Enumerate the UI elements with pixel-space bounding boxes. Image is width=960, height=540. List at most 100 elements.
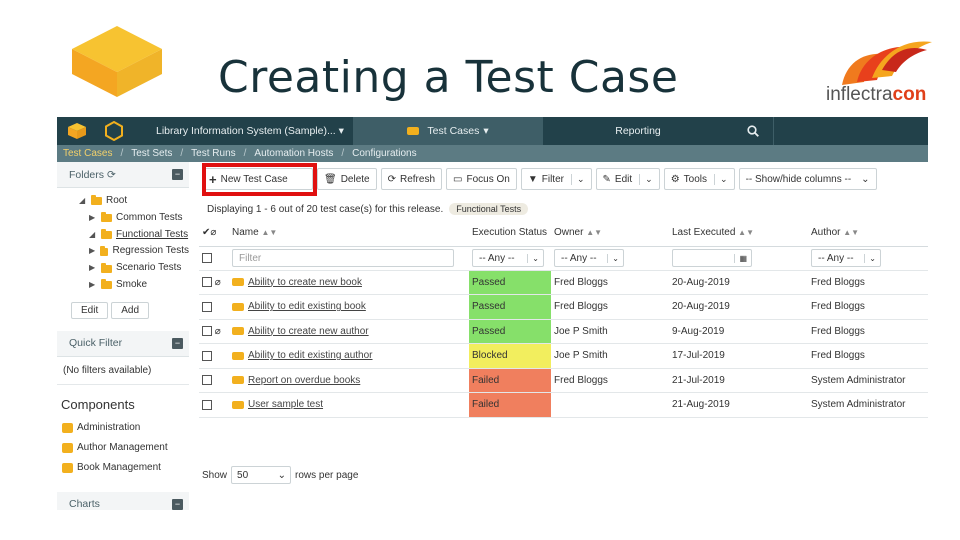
chevron-down-icon[interactable]: ⌄ xyxy=(639,173,653,185)
test-case-link[interactable]: Report on overdue books xyxy=(248,375,360,386)
puzzle-icon xyxy=(62,462,73,473)
select-all-checkbox[interactable] xyxy=(202,252,212,263)
filter-button[interactable]: ▼ Filter ⌄ xyxy=(520,168,592,190)
chevron-down-icon[interactable]: ⌄ xyxy=(714,173,728,185)
table-row[interactable]: User sample test Failed 21-Aug-2019 Syst… xyxy=(199,392,928,418)
col-name-header[interactable]: Name ▲▼ xyxy=(229,219,469,247)
sort-icon[interactable]: ▲▼ xyxy=(261,228,277,237)
spira-logo-icon[interactable] xyxy=(57,117,97,145)
project-selector[interactable]: Library Information System (Sample)... ▾ xyxy=(131,125,353,137)
tree-item-regression-tests[interactable]: ▶ Regression Tests xyxy=(79,243,189,260)
author-cell: System Administrator xyxy=(808,368,928,393)
row-checkbox[interactable] xyxy=(202,399,212,410)
quick-filter-header: Quick Filter − xyxy=(57,330,189,357)
plus-icon: + xyxy=(209,171,217,187)
caret-right-icon[interactable]: ▶ xyxy=(89,210,97,227)
row-checkbox[interactable] xyxy=(202,301,212,312)
focus-on-button[interactable]: ▭ Focus On xyxy=(446,168,517,190)
tree-item-functional-tests[interactable]: ◢ Functional Tests xyxy=(79,227,189,244)
row-checkbox[interactable] xyxy=(202,326,212,337)
name-filter-input[interactable]: Filter xyxy=(232,249,454,267)
tab-reporting[interactable]: Reporting xyxy=(543,125,733,137)
page-size-select[interactable]: 50 ⌄ xyxy=(231,466,292,484)
sort-icon[interactable]: ▲▼ xyxy=(738,228,754,237)
test-case-link[interactable]: Ability to edit existing author xyxy=(248,350,373,361)
last-executed-cell: 17-Jul-2019 xyxy=(669,343,808,369)
component-author-management[interactable]: Author Management xyxy=(57,438,189,458)
table-row[interactable]: Ability to edit existing book Passed Fre… xyxy=(199,294,928,320)
new-test-case-button[interactable]: + New Test Case xyxy=(202,168,313,190)
sort-icon[interactable]: ▲▼ xyxy=(586,228,602,237)
refresh-icon[interactable]: ⟳ xyxy=(107,169,116,181)
puzzle-icon xyxy=(62,442,73,453)
subnav-configurations[interactable]: Configurations xyxy=(352,148,416,159)
owner-cell: Joe P Smith xyxy=(551,343,669,369)
subnav-test-runs[interactable]: Test Runs xyxy=(191,148,235,159)
test-case-link[interactable]: User sample test xyxy=(248,399,323,410)
chevron-down-icon[interactable]: ⌄ xyxy=(570,173,585,185)
owner-filter-select[interactable]: -- Any -- ⌄ xyxy=(554,249,624,267)
row-checkbox[interactable] xyxy=(202,350,212,361)
col-last-executed-header[interactable]: Last Executed ▲▼ xyxy=(669,219,808,247)
author-cell: Fred Bloggs xyxy=(808,319,928,344)
tree-item-root[interactable]: ◢ Root xyxy=(79,193,189,210)
subnav-test-cases[interactable]: Test Cases xyxy=(63,148,112,159)
refresh-button[interactable]: ⟳ Refresh xyxy=(380,168,443,190)
tree-item-smoke[interactable]: ▶ Smoke xyxy=(79,277,189,294)
collapse-icon[interactable]: − xyxy=(172,498,183,510)
sort-icon[interactable]: ▲▼ xyxy=(843,228,859,237)
row-checkbox[interactable] xyxy=(202,277,212,288)
table-row[interactable]: ⌀ Ability to create new book Passed Fred… xyxy=(199,270,928,295)
caret-right-icon[interactable]: ▶ xyxy=(89,277,97,294)
add-folder-button[interactable]: Add xyxy=(111,301,150,319)
col-author-header[interactable]: Author ▲▼ xyxy=(808,219,928,247)
last-executed-filter-input[interactable]: ▦ xyxy=(672,249,752,267)
subnav-automation-hosts[interactable]: Automation Hosts xyxy=(254,148,333,159)
status-cell: Passed xyxy=(469,319,551,344)
puzzle-icon xyxy=(62,422,73,433)
calendar-icon[interactable]: ▦ xyxy=(734,253,747,263)
table-row[interactable]: Report on overdue books Failed Fred Blog… xyxy=(199,368,928,393)
col-owner-header[interactable]: Owner ▲▼ xyxy=(551,219,669,247)
test-case-link[interactable]: Ability to create new book xyxy=(248,277,362,288)
test-case-link[interactable]: Ability to create new author xyxy=(248,326,369,337)
owner-cell: Fred Bloggs xyxy=(551,294,669,320)
search-icon[interactable] xyxy=(733,125,773,137)
row-checkbox[interactable] xyxy=(202,375,212,386)
component-administration[interactable]: Administration xyxy=(57,418,189,438)
tab-test-cases[interactable]: Test Cases ▾ xyxy=(353,117,543,145)
tree-item-common-tests[interactable]: ▶ Common Tests xyxy=(79,210,189,227)
col-status-header[interactable]: Execution Status xyxy=(469,219,551,247)
status-cell: Blocked xyxy=(469,343,551,369)
edit-button[interactable]: ✎ Edit ⌄ xyxy=(595,168,660,190)
delete-button[interactable]: 🗑 Delete xyxy=(317,168,377,190)
show-hide-columns-select[interactable]: -- Show/hide columns -- ⌄ xyxy=(738,168,877,190)
tools-button[interactable]: ⚙ Tools ⌄ xyxy=(663,168,735,190)
last-executed-cell: 9-Aug-2019 xyxy=(669,319,808,344)
author-filter-select[interactable]: -- Any -- ⌄ xyxy=(811,249,881,267)
trash-icon: 🗑 xyxy=(324,173,337,185)
status-cell: Failed xyxy=(469,368,551,393)
inflectracon-wordmark: inflectracon xyxy=(826,84,927,105)
collapse-icon[interactable]: − xyxy=(172,169,183,180)
workspace-hexagon-icon[interactable] xyxy=(97,117,131,145)
caret-right-icon[interactable]: ▶ xyxy=(89,243,96,260)
last-executed-cell: 20-Aug-2019 xyxy=(669,294,808,320)
author-cell: Fred Bloggs xyxy=(808,270,928,295)
spiratest-app: Library Information System (Sample)... ▾… xyxy=(57,117,928,510)
subnav-test-sets[interactable]: Test Sets xyxy=(131,148,172,159)
caret-down-icon[interactable]: ◢ xyxy=(89,227,97,244)
component-book-management[interactable]: Book Management xyxy=(57,458,189,478)
no-filters-text: (No filters available) xyxy=(57,357,189,385)
collapse-icon[interactable]: − xyxy=(172,337,183,349)
table-row[interactable]: Ability to edit existing author Blocked … xyxy=(199,343,928,369)
table-row[interactable]: ⌀ Ability to create new author Passed Jo… xyxy=(199,319,928,344)
folder-icon xyxy=(101,228,112,239)
status-filter-select[interactable]: -- Any -- ⌄ xyxy=(472,249,544,267)
test-case-link[interactable]: Ability to edit existing book xyxy=(248,301,366,312)
edit-folder-button[interactable]: Edit xyxy=(71,301,109,319)
folder-icon xyxy=(91,195,102,206)
caret-right-icon[interactable]: ▶ xyxy=(89,260,97,277)
tree-item-scenario-tests[interactable]: ▶ Scenario Tests xyxy=(79,260,189,277)
caret-down-icon[interactable]: ◢ xyxy=(79,193,87,210)
